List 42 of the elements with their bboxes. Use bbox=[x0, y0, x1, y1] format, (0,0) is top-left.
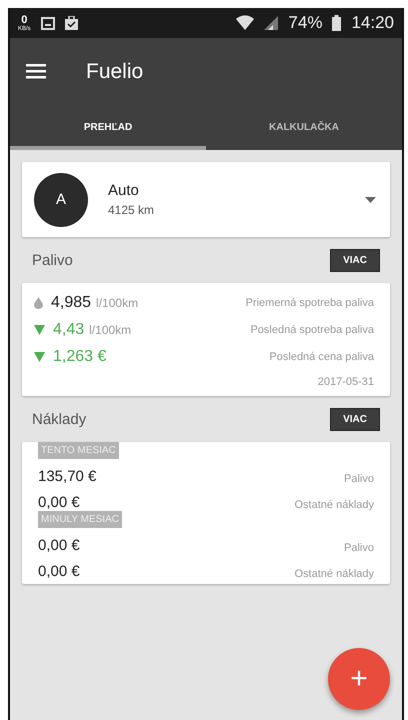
clock-time: 14:20 bbox=[351, 13, 394, 33]
more-button[interactable]: VIAC bbox=[330, 248, 380, 272]
vehicle-name: Auto bbox=[108, 182, 140, 199]
speed-value: 0 bbox=[21, 14, 28, 26]
fuel-unit: l/100km bbox=[96, 296, 138, 310]
fuel-value: 4,985 bbox=[51, 294, 92, 312]
signal-icon bbox=[264, 16, 278, 30]
odometer-reading: 4125 km bbox=[108, 203, 156, 217]
app-title: Fuelio bbox=[86, 60, 144, 84]
cost-value: 0,00 € bbox=[38, 537, 80, 554]
vehicle-avatar: A bbox=[34, 172, 88, 226]
cost-value: 135,70 € bbox=[38, 468, 96, 485]
tab[interactable]: PREHĽAD bbox=[10, 105, 206, 150]
menu-icon[interactable] bbox=[26, 64, 46, 79]
battery-percent: 74% bbox=[288, 13, 322, 33]
fuel-label: Posledná cena paliva bbox=[269, 350, 374, 362]
drop-icon bbox=[34, 296, 43, 308]
fuel-label: Posledná spotreba paliva bbox=[250, 324, 374, 336]
fuel-value: 4,43 bbox=[53, 320, 84, 338]
fuel-unit: l/100km bbox=[89, 322, 132, 336]
period-label: TENTO MESIAC bbox=[38, 442, 119, 459]
fuel-label: Priemerná spotreba paliva bbox=[246, 296, 374, 308]
cost-label: Ostatné náklady bbox=[294, 499, 374, 511]
clipboard-check-icon bbox=[64, 16, 78, 30]
more-button[interactable]: VIAC bbox=[330, 408, 380, 430]
cost-label: Palivo bbox=[344, 473, 374, 485]
period-label: MINULY MESIAC bbox=[38, 511, 122, 528]
wifi-icon bbox=[236, 15, 254, 31]
cost-label: Ostatné náklady bbox=[294, 568, 374, 580]
vehicle-card[interactable]: A Auto 4125 km bbox=[22, 162, 390, 237]
battery-icon bbox=[332, 15, 342, 31]
fuel-value: 1,263 € bbox=[53, 348, 106, 366]
tab[interactable]: KALKULAČKA bbox=[206, 105, 402, 150]
fuel-date: 2017-05-31 bbox=[318, 376, 374, 388]
dropdown-caret-icon[interactable] bbox=[365, 196, 376, 202]
cost-label: Palivo bbox=[344, 542, 374, 554]
cost-value: 0,00 € bbox=[38, 563, 80, 580]
cost-value: 0,00 € bbox=[38, 494, 80, 511]
image-icon bbox=[40, 16, 55, 30]
add-button[interactable]: + bbox=[328, 648, 390, 710]
section-title: Palivo bbox=[32, 252, 73, 268]
section-title: Náklady bbox=[32, 410, 86, 428]
